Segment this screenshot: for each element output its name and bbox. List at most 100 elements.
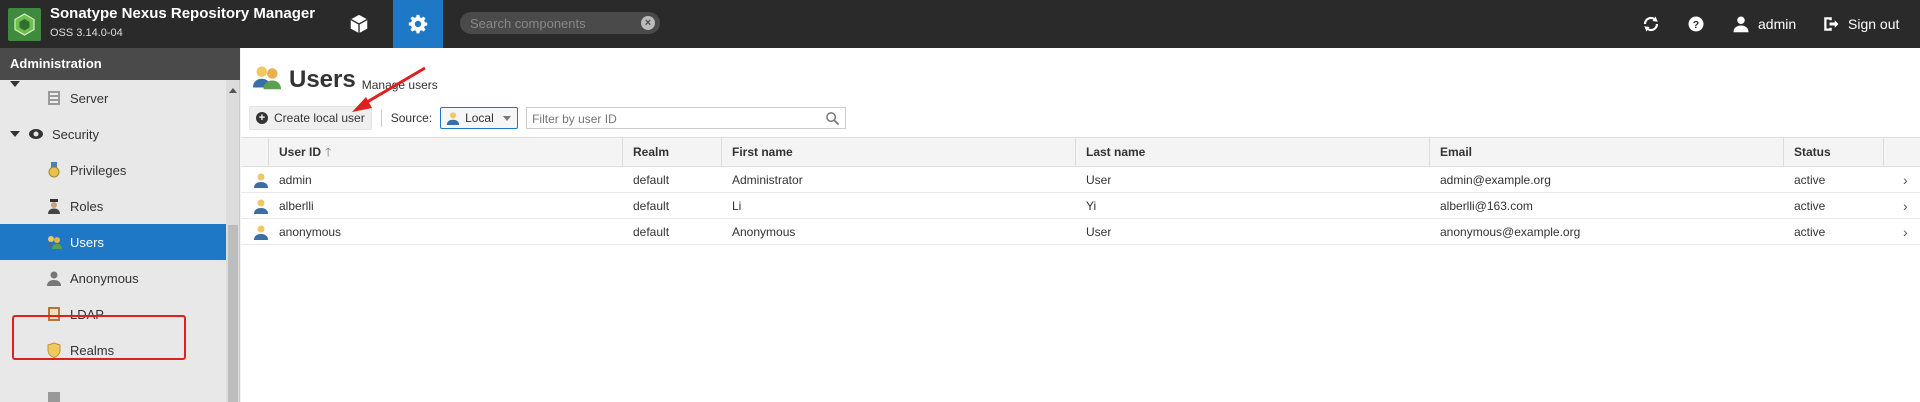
expand-arrow-icon[interactable] [10,131,20,137]
cell-last-name: Yi [1086,199,1097,213]
cell-user-id: alberlli [279,199,314,213]
cell-status: active [1794,225,1826,239]
column-header-last-name[interactable]: Last name [1076,138,1430,167]
nexus-logo-icon[interactable] [8,8,41,41]
create-local-user-label: Create local user [274,111,365,125]
user-icon [446,112,460,125]
create-local-user-button[interactable]: + Create local user [249,106,372,130]
users-toolbar: + Create local user Source: Local [249,106,847,130]
page-header: Users Manage users [253,58,438,94]
sidebar-item-users[interactable]: Users [0,224,226,260]
admin-sidebar: Server Security Privileges Roles Users A… [0,80,240,402]
cell-first-name: Anonymous [732,225,796,239]
sidebar-item-ldap[interactable]: LDAP [0,296,226,332]
source-select[interactable]: Local [440,107,519,129]
chevron-right-icon[interactable]: › [1903,167,1908,193]
chevron-down-icon [503,115,512,121]
chevron-right-icon[interactable]: › [1903,219,1908,245]
cell-user-id: anonymous [279,225,342,239]
shield-icon [46,342,62,358]
cell-realm: default [633,199,670,213]
scrollbar-thumb[interactable] [228,225,238,402]
search-components-field[interactable]: × [460,12,660,34]
user-menu[interactable]: admin [1732,0,1796,48]
column-header-user-id[interactable]: User ID 🡑 [269,138,623,167]
table-row[interactable]: admin default Administrator User admin@e… [241,167,1920,193]
sidebar-item-label: Anonymous [70,270,139,286]
cell-email: alberlli@163.com [1440,199,1533,213]
sidebar-item-privileges[interactable]: Privileges [0,152,226,188]
sidebar-item-label: Users [70,234,104,250]
user-name: admin [1758,16,1797,32]
person-icon [46,270,62,286]
source-label: Source: [390,111,433,125]
cell-realm: default [633,173,670,187]
svg-text:?: ? [1693,19,1699,31]
app-version: OSS 3.14.0-04 [50,27,123,39]
sort-ascending-icon: 🡑 [325,145,332,159]
sidebar-item-realms[interactable]: Realms [0,332,226,368]
toolbar-divider [380,109,382,127]
users-icon [46,234,62,250]
app-title: Sonatype Nexus Repository Manager [50,5,316,22]
table-row[interactable]: anonymous default Anonymous User anonymo… [241,219,1920,245]
filter-user-id-field[interactable] [526,107,847,129]
cell-realm: default [633,225,670,239]
cell-email: anonymous@example.org [1440,225,1581,239]
sidebar-item-label: Server [70,90,109,106]
scroll-up-arrow-icon[interactable] [229,88,237,93]
help-icon[interactable]: ? [1687,0,1705,48]
sidebar-item-label: Realms [70,342,115,358]
book-icon [46,306,62,322]
administration-gear-icon[interactable] [393,0,443,54]
security-icon [28,126,44,142]
user-icon [254,225,268,240]
users-icon [253,63,281,94]
roles-icon [46,198,62,214]
user-icon [254,199,268,214]
sidebar-item-label: Security [52,126,99,142]
sidebar-item-server[interactable]: Server [0,80,226,116]
user-icon [1733,16,1749,33]
sidebar-item-roles[interactable]: Roles [0,188,226,224]
cell-last-name: User [1086,225,1112,239]
sidebar-item-anonymous[interactable]: Anonymous [0,260,226,296]
browse-cube-icon[interactable] [334,0,384,48]
page-title: Users [289,66,356,93]
cell-first-name: Administrator [732,173,803,187]
partial-item-icon [46,390,62,402]
clear-search-icon[interactable]: × [641,16,655,30]
column-header-status[interactable]: Status [1784,138,1884,167]
sign-out-button[interactable]: Sign out [1822,0,1899,48]
grid-header: User ID 🡑 Realm First name Last name Emai… [241,137,1920,167]
sidebar-item-security[interactable]: Security [0,116,226,152]
cell-last-name: User [1086,173,1112,187]
cell-email: admin@example.org [1440,173,1551,187]
sign-out-label: Sign out [1848,16,1900,32]
sign-out-icon [1824,17,1839,31]
chevron-right-icon[interactable]: › [1903,193,1908,219]
medal-icon [46,162,62,178]
column-header-first-name[interactable]: First name [722,138,1076,167]
refresh-icon[interactable] [1642,0,1660,48]
sidebar-item-partial[interactable] [0,380,226,402]
page-subtitle: Manage users [361,78,438,92]
sidebar-item-label: LDAP [70,306,104,322]
sidebar-scrollbar[interactable] [226,80,239,402]
column-header-email[interactable]: Email [1430,138,1784,167]
server-icon [46,90,62,106]
source-select-value: Local [465,111,494,125]
search-input[interactable] [470,15,630,31]
cell-status: active [1794,199,1826,213]
top-header: Sonatype Nexus Repository Manager OSS 3.… [0,0,1920,54]
sidebar-item-label: Roles [70,198,104,214]
cell-status: active [1794,173,1826,187]
sidebar-title: Administration [0,48,240,80]
cell-user-id: admin [279,173,312,187]
filter-input[interactable] [532,111,823,126]
table-row[interactable]: alberlli default Li Yi alberlli@163.com … [241,193,1920,219]
column-header-realm[interactable]: Realm [623,138,722,167]
user-icon [254,173,268,188]
sidebar-item-label: Privileges [70,162,127,178]
users-grid: User ID 🡑 Realm First name Last name Emai… [241,137,1920,245]
